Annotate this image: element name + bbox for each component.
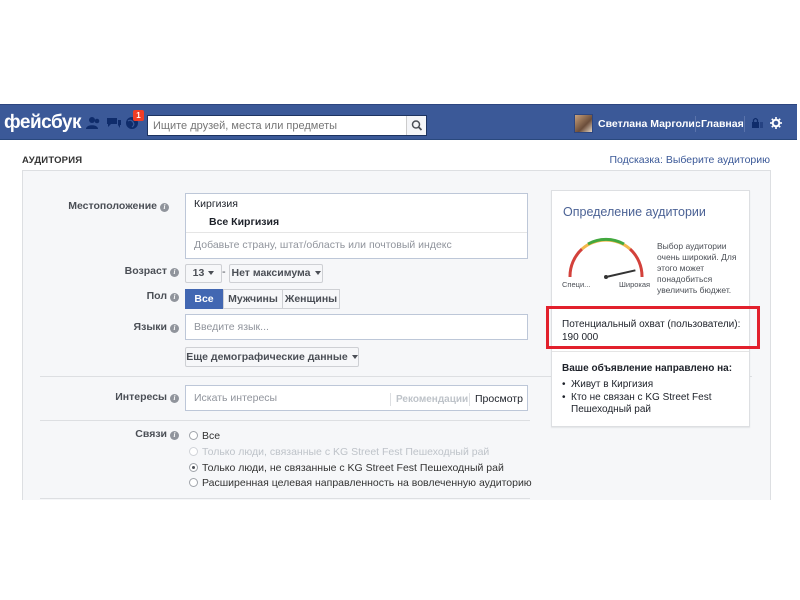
search-box [147, 115, 427, 136]
user-name[interactable]: Светлана Марголис [598, 118, 701, 130]
languages-input[interactable]: Введите язык... [185, 314, 528, 340]
top-navigation-bar: фейсбук 1 Светлана Марголис Главная [0, 104, 797, 140]
search-button[interactable] [406, 116, 426, 135]
connections-label: Связи i [135, 428, 179, 440]
gauge-needle [605, 269, 636, 278]
avatar[interactable] [574, 114, 593, 133]
location-input[interactable]: Добавьте страну, штат/область или почтов… [194, 239, 452, 251]
gender-label-text: Пол [146, 290, 167, 302]
section-title: АУДИТОРИЯ [22, 155, 83, 166]
info-icon[interactable]: i [160, 203, 169, 212]
target-item: Кто не связан с KG Street Fest Пешеходны… [562, 392, 742, 416]
divider [40, 420, 530, 421]
notification-badge: 1 [133, 110, 144, 121]
gauge-left-label: Специ... [562, 280, 590, 289]
radio-button[interactable] [189, 447, 198, 456]
search-icon [411, 120, 423, 131]
radio-button[interactable] [189, 478, 198, 487]
interests-label-text: Интересы [115, 391, 167, 403]
reach-highlight-box [546, 306, 760, 349]
connections-option-label: Только люди, не связанные с KG Street Fe… [202, 462, 504, 474]
privacy-shortcuts-icon[interactable] [751, 117, 763, 129]
age-to-value: Нет максимума [231, 267, 311, 279]
target-item: Живут в Киргизия [562, 379, 742, 391]
connections-option-label: Только люди, связанные с KG Street Fest … [202, 446, 490, 458]
connections-label-text: Связи [135, 428, 167, 440]
audience-size-gauge: Специ... Широкая [562, 237, 650, 289]
notification-count: 1 [136, 111, 141, 120]
hint-link[interactable]: Подсказка: Выберите аудиторию [609, 154, 770, 166]
gender-label: Пол i [147, 290, 179, 302]
connections-option-all[interactable]: Все [189, 430, 220, 442]
connections-option-connected[interactable]: Только люди, связанные с KG Street Fest … [189, 446, 489, 458]
info-icon[interactable]: i [170, 431, 179, 440]
info-icon[interactable]: i [170, 324, 179, 333]
info-icon[interactable]: i [170, 394, 179, 403]
location-label: Местоположение i [68, 200, 169, 212]
gender-female-button[interactable]: Женщины [282, 289, 340, 309]
connections-option-expanded[interactable]: Расширенная целевая направленность на во… [189, 477, 532, 489]
age-from-value: 13 [192, 267, 205, 279]
recommendations-link[interactable]: Рекомендации [390, 393, 468, 406]
age-label-text: Возраст [124, 265, 167, 277]
age-dash: - [222, 266, 226, 278]
gauge-red-segment [568, 247, 584, 278]
audience-definition-title: Определение аудитории [563, 205, 706, 219]
languages-label: Языки i [134, 321, 179, 333]
interests-box: Искать интересы Рекомендации Просмотр [185, 385, 528, 411]
connections-option-label: Расширенная целевая направленность на во… [202, 477, 532, 489]
messages-icon[interactable] [106, 116, 122, 130]
facebook-logo[interactable]: фейсбук [4, 112, 82, 134]
radio-button[interactable] [189, 431, 198, 440]
location-label-text: Местоположение [68, 200, 157, 212]
chevron-down-icon [314, 271, 321, 275]
separator [695, 116, 696, 132]
interests-label: Интересы i [115, 391, 179, 403]
gender-all-button[interactable]: Все [185, 289, 223, 309]
info-icon[interactable]: i [170, 293, 179, 302]
location-country: Киргизия [194, 198, 238, 210]
connections-option-not-connected[interactable]: Только люди, не связанные с KG Street Fe… [189, 462, 504, 474]
age-from-dropdown[interactable]: 13 [185, 264, 222, 283]
age-to-dropdown[interactable]: Нет максимума [229, 264, 323, 283]
chevron-down-icon [351, 355, 358, 359]
radio-button-selected[interactable] [189, 463, 198, 472]
browse-link[interactable]: Просмотр [469, 393, 523, 406]
languages-label-text: Языки [133, 321, 167, 333]
audience-description: Выбор аудитории очень широкий. Для этого… [657, 241, 737, 295]
more-demographics-label: Еще демографические данные [186, 351, 348, 363]
interests-input[interactable]: Искать интересы [194, 392, 277, 404]
gauge-pivot [604, 275, 608, 279]
gauge-red-right-segment [628, 247, 644, 278]
gender-male-button[interactable]: Мужчины [223, 289, 283, 309]
settings-gear-icon[interactable] [770, 117, 782, 129]
gauge-right-label: Широкая [619, 280, 650, 289]
home-link[interactable]: Главная [701, 118, 744, 130]
more-demographics-button[interactable]: Еще демографические данные [185, 347, 359, 367]
connections-option-label: Все [202, 430, 221, 442]
divider [186, 232, 527, 233]
search-input[interactable] [148, 116, 406, 135]
info-icon[interactable]: i [170, 268, 179, 277]
divider [40, 498, 530, 499]
ad-target-title: Ваше объявление направлено на: [562, 363, 733, 374]
location-box: Киргизия Все Киргизия Добавьте страну, ш… [185, 193, 528, 259]
age-label: Возраст i [125, 265, 179, 277]
separator [744, 116, 745, 132]
location-entry[interactable]: Все Киргизия [209, 216, 279, 228]
chevron-down-icon [208, 271, 215, 275]
friend-requests-icon[interactable] [86, 116, 102, 130]
divider [552, 351, 749, 352]
